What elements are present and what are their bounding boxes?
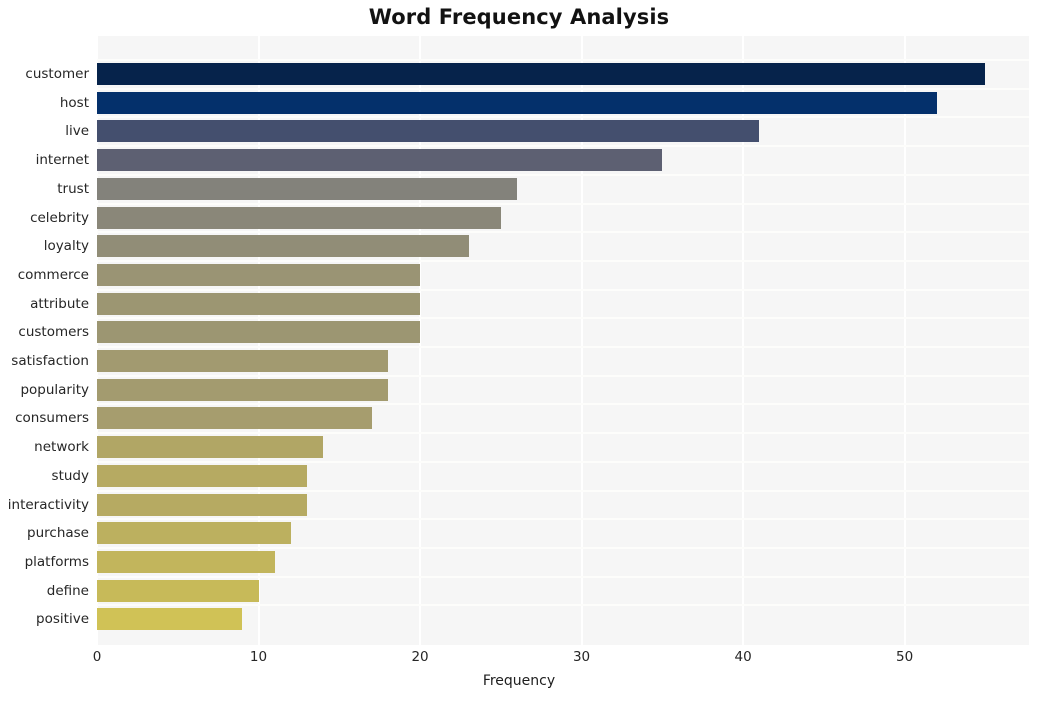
x-tick-label-0: 0 [92,649,102,665]
y-axis-labels: customer host live internet trust celebrity lo… [0,36,97,645]
gridline-horizontal [97,604,1029,607]
gridline-horizontal [97,546,1029,549]
bar-live[interactable] [97,120,760,143]
gridline-horizontal [97,403,1029,406]
bar-internet[interactable] [97,149,663,172]
gridline-horizontal [97,202,1029,205]
y-tick-label-customers: customers [18,324,89,341]
x-tick-label-20: 20 [411,649,429,665]
bar-purchase[interactable] [97,522,291,545]
y-tick-label-loyalty: loyalty [43,238,89,255]
y-tick-label-internet: internet [35,152,89,169]
gridline-horizontal [97,288,1029,291]
gridline-horizontal [97,489,1029,492]
y-tick-label-consumers: consumers [15,410,89,427]
word-frequency-chart: Word Frequency Analysis customer host live… [0,0,1038,701]
bar-customer[interactable] [97,63,986,85]
gridline-vertical [903,36,906,645]
x-axis-title: Frequency [482,673,556,689]
bar-attribute[interactable] [97,292,421,315]
y-tick-label-commerce: commerce [17,266,89,283]
gridline-horizontal [97,460,1029,463]
y-tick-label-customer: customer [25,66,89,82]
gridline-horizontal [97,575,1029,578]
plot-area [97,36,1029,645]
y-tick-label-trust: trust [57,180,89,197]
x-tick-label-50: 50 [896,649,914,665]
y-tick-label-satisfaction: satisfaction [11,353,89,369]
y-tick-label-network: network [34,439,89,456]
y-tick-label-live: live [65,123,89,140]
bar-trust[interactable] [97,177,517,200]
gridline-horizontal [97,432,1029,435]
bar-platforms[interactable] [97,550,275,573]
gridline-horizontal [97,259,1029,262]
y-tick-label-study: study [51,467,89,484]
y-tick-label-celebrity: celebrity [30,209,89,226]
gridline-horizontal [97,59,1029,61]
bar-popularity[interactable] [97,378,388,401]
bar-celebrity[interactable] [97,206,501,229]
bar-satisfaction[interactable] [97,350,388,372]
x-tick-label-40: 40 [734,649,752,665]
x-axis-ticks: 0 10 20 30 40 50 [93,645,1029,671]
y-tick-label-host: host [59,94,89,111]
gridline-horizontal [97,173,1029,176]
bar-consumers[interactable] [97,407,372,430]
x-tick-label-30: 30 [572,649,591,665]
y-tick-label-purchase: purchase [27,525,89,542]
y-tick-label-attribute: attribute [30,295,89,312]
bar-study[interactable] [97,464,307,487]
gridline-horizontal [97,116,1029,119]
y-tick-label-platforms: platforms [24,553,89,570]
gridline-horizontal [97,145,1029,148]
bar-host[interactable] [97,91,937,114]
gridline-horizontal [97,317,1029,320]
y-tick-label-interactivity: interactivity [7,496,89,513]
bar-commerce[interactable] [97,263,421,286]
bar-positive[interactable] [97,608,243,631]
bar-customers[interactable] [97,321,421,344]
y-tick-label-popularity: popularity [20,381,89,398]
y-tick-label-define: define [46,582,89,599]
gridline-horizontal [97,518,1029,521]
gridline-horizontal [97,346,1029,348]
bar-interactivity[interactable] [97,493,307,516]
gridline-horizontal [97,374,1029,377]
gridline-horizontal [97,87,1029,90]
bar-define[interactable] [97,579,259,602]
x-tick-label-10: 10 [249,649,268,665]
gridline-horizontal [97,231,1029,234]
y-tick-label-positive: positive [36,611,89,628]
bar-loyalty[interactable] [97,235,469,258]
page-title: Word Frequency Analysis [368,5,670,29]
bar-network[interactable] [97,436,324,459]
